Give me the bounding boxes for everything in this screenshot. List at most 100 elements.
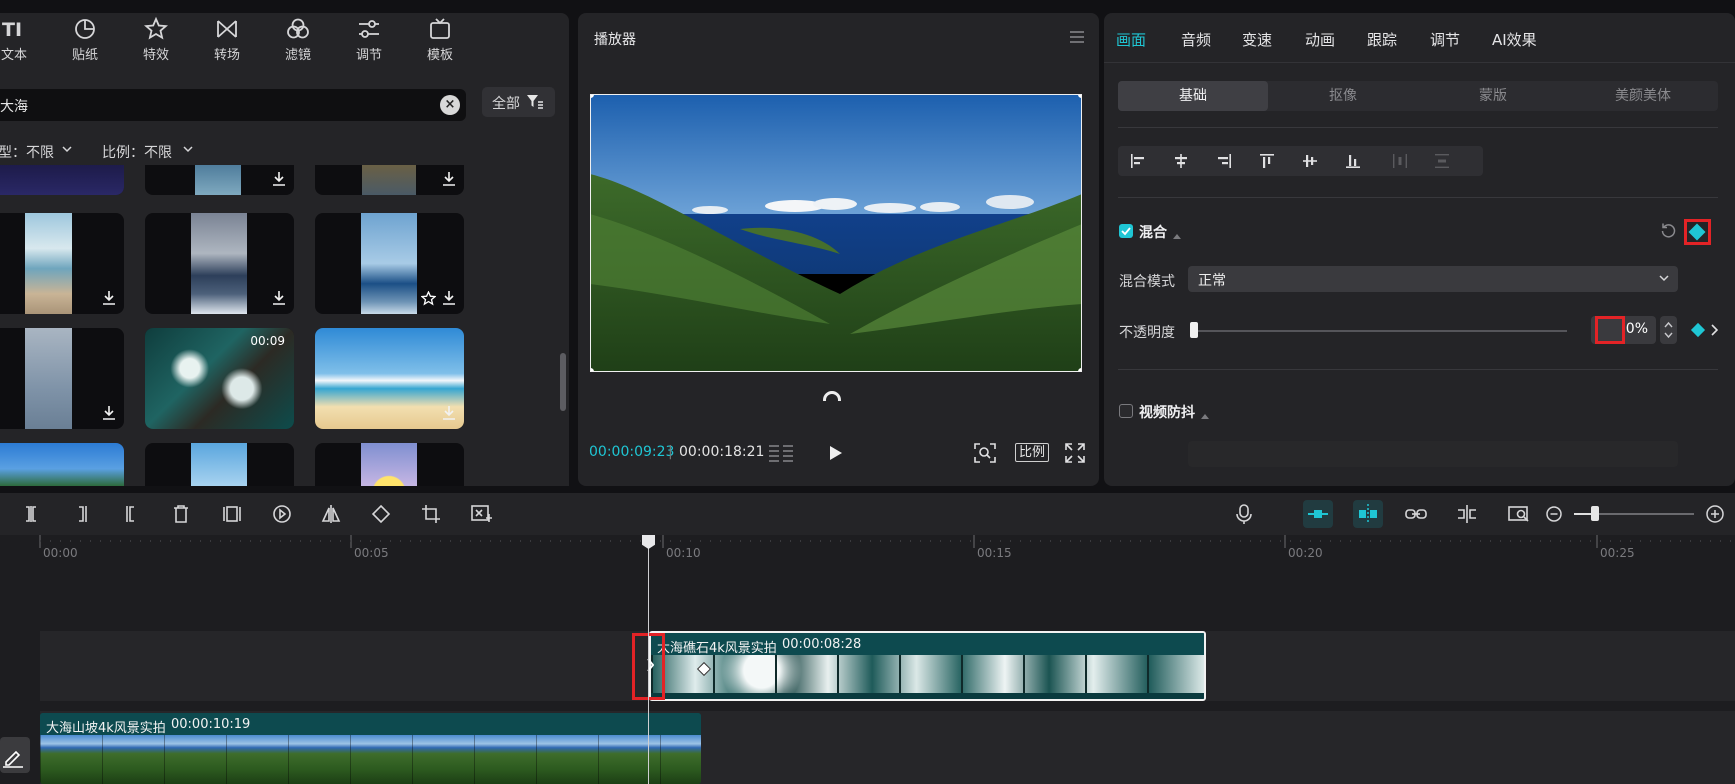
- download-icon[interactable]: [272, 171, 286, 187]
- tab-ai-effects[interactable]: AI效果: [1492, 29, 1537, 50]
- crop-handle[interactable]: [590, 368, 594, 372]
- fit-view-icon[interactable]: [974, 443, 996, 467]
- preview-axis-icon[interactable]: [1456, 504, 1478, 528]
- tab-picture[interactable]: 画面: [1116, 29, 1146, 50]
- zoom-in-icon[interactable]: [1706, 505, 1724, 527]
- link-icon[interactable]: [1405, 504, 1427, 528]
- subtab-basic[interactable]: 基础: [1118, 81, 1268, 111]
- download-icon[interactable]: [272, 290, 286, 306]
- crop-handle[interactable]: [1078, 94, 1082, 98]
- favorite-star-icon[interactable]: [420, 290, 437, 306]
- overlay-clip[interactable]: 大海礁石4k风景实拍 00:00:08:28: [649, 631, 1206, 701]
- media-thumbnail[interactable]: [0, 213, 124, 314]
- menu-icon[interactable]: [1069, 30, 1085, 48]
- align-top-icon[interactable]: [1259, 153, 1275, 173]
- subtab-mask[interactable]: 蒙版: [1418, 81, 1568, 111]
- freeze-icon[interactable]: [222, 504, 242, 528]
- tab-adjust[interactable]: 调节: [1430, 29, 1460, 50]
- tool-label: 文本: [0, 48, 27, 63]
- tab-tracking[interactable]: 跟踪: [1367, 29, 1397, 50]
- align-bottom-icon[interactable]: [1345, 153, 1361, 173]
- tool-template[interactable]: 模板: [408, 13, 472, 65]
- download-icon[interactable]: [102, 405, 116, 421]
- search-input[interactable]: 大海 ×: [0, 89, 466, 121]
- split-right-icon[interactable]: [122, 504, 140, 528]
- download-icon[interactable]: [442, 171, 456, 187]
- tab-animation[interactable]: 动画: [1305, 29, 1335, 50]
- tab-speed[interactable]: 变速: [1242, 29, 1272, 50]
- stabilize-checkbox[interactable]: [1119, 404, 1133, 418]
- delete-icon[interactable]: [172, 504, 190, 528]
- media-thumbnail[interactable]: [145, 165, 294, 195]
- mirror-icon[interactable]: [321, 504, 341, 528]
- microphone-icon[interactable]: [1236, 504, 1252, 528]
- align-center-v-icon[interactable]: [1302, 153, 1318, 173]
- filter-type-select[interactable]: 型：不限: [0, 137, 80, 165]
- full-timeline-icon[interactable]: [1508, 504, 1530, 528]
- media-thumbnail[interactable]: 00:09: [145, 328, 294, 429]
- ratio-button[interactable]: 比例: [1015, 443, 1050, 462]
- filter-all-button[interactable]: 全部: [482, 87, 555, 117]
- blend-mode-select[interactable]: 正常: [1188, 266, 1678, 292]
- blend-checkbox[interactable]: [1119, 224, 1133, 238]
- zoom-slider-knob[interactable]: [1591, 506, 1599, 521]
- align-center-h-icon[interactable]: [1173, 153, 1189, 173]
- main-track-magnet-toggle[interactable]: [1303, 500, 1333, 528]
- media-scrollbar[interactable]: [560, 353, 566, 411]
- opacity-slider-knob[interactable]: [1190, 322, 1198, 338]
- zoom-out-icon[interactable]: [1546, 506, 1562, 526]
- tool-effects[interactable]: 特效: [124, 13, 188, 65]
- media-thumbnail[interactable]: [0, 328, 124, 429]
- opacity-keyframe-icon[interactable]: [1690, 322, 1706, 338]
- opacity-stepper[interactable]: [1660, 316, 1677, 344]
- fullscreen-icon[interactable]: [1065, 443, 1085, 467]
- media-thumbnail[interactable]: [145, 443, 294, 486]
- media-thumbnail[interactable]: [315, 213, 464, 314]
- play-icon[interactable]: [829, 445, 843, 465]
- distribute-h-icon[interactable]: [1392, 153, 1408, 173]
- crop-handle[interactable]: [1078, 368, 1082, 372]
- subtab-cutout[interactable]: 抠像: [1268, 81, 1418, 111]
- download-icon[interactable]: [102, 290, 116, 306]
- clear-search-icon[interactable]: ×: [440, 95, 460, 115]
- tool-filter[interactable]: 滤镜: [266, 13, 330, 65]
- grid-view-icon[interactable]: [768, 443, 794, 467]
- media-thumbnail[interactable]: [315, 328, 464, 429]
- tool-adjust[interactable]: 调节: [337, 13, 401, 65]
- rotate-icon[interactable]: [371, 504, 391, 528]
- opacity-slider-track[interactable]: [1192, 330, 1567, 332]
- collapse-arrow-icon[interactable]: [1201, 407, 1209, 423]
- distribute-v-icon[interactable]: [1434, 153, 1450, 173]
- download-icon[interactable]: [442, 405, 456, 421]
- tab-audio[interactable]: 音频: [1181, 29, 1211, 50]
- media-thumbnail[interactable]: [315, 165, 464, 195]
- auto-snap-toggle[interactable]: [1353, 500, 1383, 528]
- reverse-play-icon[interactable]: [272, 504, 292, 528]
- align-left-icon[interactable]: [1130, 153, 1146, 173]
- template-icon: [427, 16, 453, 42]
- main-clip[interactable]: 大海山坡4k风景实拍 00:00:10:19: [40, 713, 701, 784]
- chevron-right-icon[interactable]: [1711, 324, 1719, 340]
- crop-icon[interactable]: [421, 504, 441, 528]
- download-icon[interactable]: [442, 290, 456, 306]
- smart-cut-icon[interactable]: [471, 504, 493, 528]
- align-right-icon[interactable]: [1216, 153, 1232, 173]
- media-thumbnail[interactable]: [0, 443, 124, 486]
- media-thumbnail[interactable]: [0, 165, 124, 195]
- media-thumbnail[interactable]: [145, 213, 294, 314]
- subtab-beauty[interactable]: 美颜美体: [1568, 81, 1718, 111]
- playhead-line[interactable]: [648, 535, 649, 784]
- tool-text[interactable]: TI 文本: [0, 13, 46, 65]
- cover-edit-button[interactable]: [0, 737, 30, 773]
- collapse-arrow-icon[interactable]: [1173, 227, 1181, 243]
- split-left-icon[interactable]: [73, 504, 91, 528]
- reset-icon[interactable]: [1660, 222, 1677, 243]
- tool-transition[interactable]: 转场: [195, 13, 259, 65]
- split-icon[interactable]: [22, 504, 40, 528]
- video-preview[interactable]: [590, 94, 1082, 372]
- rotate-handle[interactable]: [823, 391, 843, 401]
- time-ruler[interactable]: 00:00 00:05 00:10 00:15 00:20 00:25: [0, 535, 1735, 560]
- media-thumbnail[interactable]: [315, 443, 464, 486]
- filter-ratio-select[interactable]: 比例：不限: [92, 137, 198, 165]
- tool-sticker[interactable]: 贴纸: [53, 13, 117, 65]
